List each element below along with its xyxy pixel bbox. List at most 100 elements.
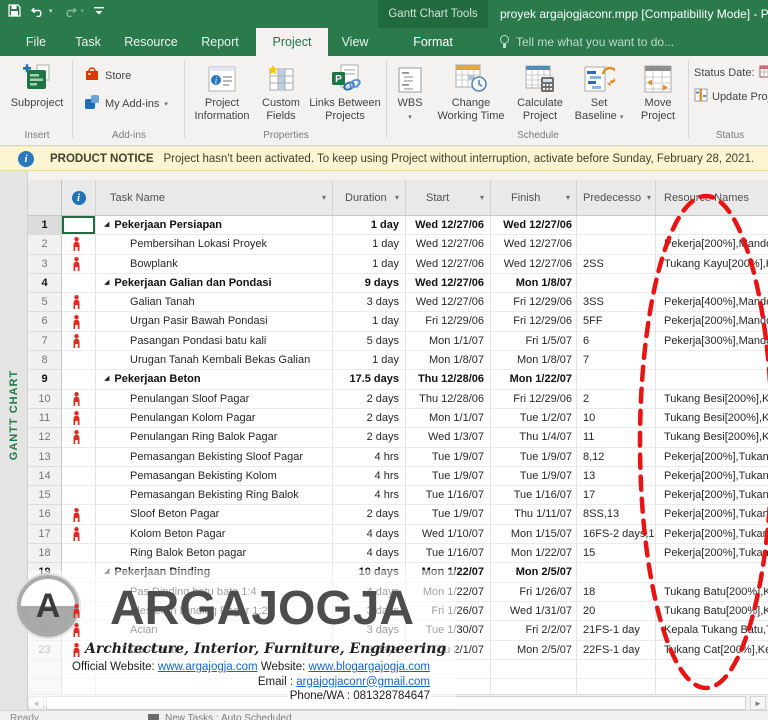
duration-cell[interactable]: 4 days	[333, 544, 406, 564]
filter-arrow-icon[interactable]: ▾	[480, 193, 484, 202]
store-button[interactable]: Store	[84, 66, 131, 85]
predecessors-cell[interactable]: 8SS,13	[577, 505, 656, 525]
indicator-cell[interactable]	[62, 331, 96, 352]
resource-names-cell[interactable]	[656, 660, 768, 680]
predecessors-cell[interactable]	[577, 216, 656, 236]
indicator-cell[interactable]	[62, 466, 96, 487]
start-cell[interactable]: Tue 1/16/07	[406, 486, 491, 506]
start-cell[interactable]: Tue 1/9/07	[406, 466, 491, 487]
table-row[interactable]: 5 Galian Tanah 3 days Wed 12/27/06 Fri 12/29…	[28, 293, 768, 313]
resource-names-cell[interactable]: Pekerja[200%],Tukang K	[656, 467, 768, 487]
start-cell[interactable]: Fri 12/29/06	[406, 312, 491, 332]
tab-format[interactable]: Format	[398, 28, 468, 56]
indicator-cell[interactable]	[62, 524, 96, 545]
tab-resource[interactable]: Resource	[116, 28, 186, 56]
tab-file[interactable]: File	[12, 28, 60, 56]
finish-cell[interactable]: Tue 1/16/07	[491, 486, 577, 506]
filter-arrow-icon[interactable]: ▾	[395, 193, 399, 202]
tab-report[interactable]: Report	[190, 28, 250, 56]
duration-cell[interactable]: 4 hrs	[333, 486, 406, 506]
row-number-cell[interactable]: 7	[28, 331, 62, 352]
finish-cell[interactable]: Wed 12/27/06	[491, 254, 577, 274]
predecessors-cell[interactable]	[577, 563, 656, 583]
customize-qat-icon[interactable]	[94, 5, 105, 17]
duration-cell[interactable]: 1 day	[333, 216, 406, 236]
table-row[interactable]: 11 Penulangan Kolom Pagar 2 days Mon 1/1/07…	[28, 408, 768, 429]
email-link[interactable]: argajogjaconr@gmail.com	[296, 676, 430, 688]
indicator-cell[interactable]	[62, 447, 96, 467]
start-cell[interactable]: Tue 1/9/07	[406, 505, 491, 525]
indicator-cell[interactable]	[62, 389, 96, 409]
resource-names-cell[interactable]: Kepala Tukang Batu,Tuka	[656, 621, 768, 641]
duration-cell[interactable]: 17.5 days	[333, 370, 406, 390]
start-cell[interactable]: Mon 1/1/07	[406, 408, 491, 429]
duration-cell[interactable]: 2 days	[333, 389, 406, 409]
duration-cell[interactable]: 4 days	[333, 524, 406, 545]
predecessors-cell[interactable]	[577, 273, 656, 294]
task-name-cell[interactable]: Penulangan Sloof Pagar	[96, 389, 333, 409]
duration-cell[interactable]: 2 days	[333, 505, 406, 525]
row-number-cell[interactable]: 16	[28, 505, 62, 525]
duration-cell[interactable]: 1 day	[333, 254, 406, 274]
predecessors-cell[interactable]: 7	[577, 351, 656, 371]
indicator-cell[interactable]	[62, 216, 96, 236]
finish-cell[interactable]: Mon 1/8/07	[491, 351, 577, 371]
predecessors-cell[interactable]: 3SS	[577, 293, 656, 313]
finish-cell[interactable]: Fri 12/29/06	[491, 312, 577, 332]
start-cell[interactable]: Wed 12/27/06	[406, 235, 491, 255]
task-name-cell[interactable]: Pemasangan Bekisting Kolom	[96, 466, 333, 487]
finish-cell[interactable]: Tue 1/9/07	[491, 466, 577, 487]
row-number-cell[interactable]: 5	[28, 293, 62, 313]
start-cell[interactable]: Mon 1/1/07	[406, 331, 491, 352]
finish-cell[interactable]: Mon 1/8/07	[491, 273, 577, 294]
resource-names-cell[interactable]: Tukang Besi[200%],Kepa	[656, 390, 768, 409]
resource-names-cell[interactable]: Pekerja[200%],Tukang K	[656, 486, 768, 506]
indicator-cell[interactable]	[62, 235, 96, 255]
finish-cell[interactable]	[491, 659, 577, 680]
duration-cell[interactable]: 2 days	[333, 428, 406, 448]
column-header-start[interactable]: Start ▾	[406, 180, 491, 215]
undo-dropdown-icon[interactable]: ▾	[49, 7, 53, 15]
wbs-button[interactable]: WBS ▾	[390, 58, 430, 124]
indicator-cell[interactable]	[62, 273, 96, 294]
collapse-triangle-icon[interactable]: ◢	[104, 370, 109, 388]
table-row[interactable]: 3 Bowplank 1 day Wed 12/27/06 Wed 12/27/06 2S…	[28, 254, 768, 274]
task-name-cell[interactable]: Pemasangan Bekisting Sloof Pagar	[96, 447, 333, 467]
collapse-triangle-icon[interactable]: ◢	[104, 216, 109, 234]
resource-names-cell[interactable]: Pekerja[200%],Tukang B	[656, 525, 768, 545]
subproject-button[interactable]: Subproject	[4, 58, 70, 110]
task-name-cell[interactable]: Galian Tanah	[96, 293, 333, 313]
row-number-cell[interactable]: 11	[28, 408, 62, 429]
indicator-cell[interactable]	[62, 351, 96, 371]
predecessors-cell[interactable]: 21FS-1 day	[577, 621, 656, 641]
finish-cell[interactable]: Mon 2/5/07	[491, 640, 577, 660]
resource-names-cell[interactable]: Tukang Besi[200%],Kepa	[656, 409, 768, 429]
table-row[interactable]: 8 Urugan Tanah Kembali Bekas Galian 1 day M…	[28, 351, 768, 371]
task-name-cell[interactable]: Ring Balok Beton pagar	[96, 544, 333, 564]
resource-names-cell[interactable]: Tukang Cat[200%],Kepal	[656, 641, 768, 660]
filter-arrow-icon[interactable]: ▾	[647, 193, 651, 202]
task-name-cell[interactable]: Pasangan Pondasi batu kali	[96, 331, 333, 352]
finish-cell[interactable]: Mon 1/15/07	[491, 524, 577, 545]
table-row[interactable]: 16 Sloof Beton Pagar 2 days Tue 1/9/07 Thu 1…	[28, 505, 768, 525]
duration-cell[interactable]: 4 hrs	[333, 466, 406, 487]
predecessors-cell[interactable]: 13	[577, 466, 656, 487]
column-header-indicators[interactable]: i	[62, 180, 96, 215]
resource-names-cell[interactable]: Pekerja[200%],Mandor	[656, 235, 768, 255]
duration-cell[interactable]: 1 day	[333, 235, 406, 255]
task-name-cell[interactable]: Kolom Beton Pagar	[96, 524, 333, 545]
tab-view[interactable]: View	[332, 28, 378, 56]
start-cell[interactable]: Tue 1/9/07	[406, 447, 491, 467]
duration-cell[interactable]: 2 days	[333, 408, 406, 429]
finish-cell[interactable]: Tue 1/9/07	[491, 447, 577, 467]
resource-names-cell[interactable]: Pekerja[300%],Mandor	[656, 332, 768, 352]
row-number-cell[interactable]: 3	[28, 254, 62, 274]
duration-cell[interactable]: 4 hrs	[333, 447, 406, 467]
row-number-cell[interactable]: 2	[28, 235, 62, 255]
row-number-cell[interactable]: 8	[28, 351, 62, 371]
table-row[interactable]: 10 Penulangan Sloof Pagar 2 days Thu 12/28/…	[28, 389, 768, 409]
filter-arrow-icon[interactable]: ▾	[322, 193, 326, 202]
finish-cell[interactable]: Thu 1/4/07	[491, 428, 577, 448]
duration-cell[interactable]: 1 day	[333, 351, 406, 371]
finish-cell[interactable]: Thu 1/11/07	[491, 505, 577, 525]
